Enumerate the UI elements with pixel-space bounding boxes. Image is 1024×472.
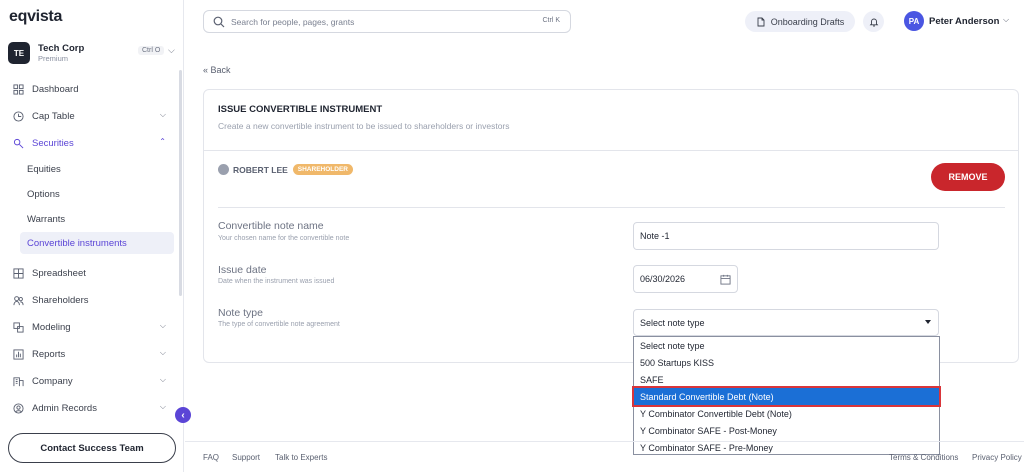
sidebar-item-modeling[interactable]: Modeling ⌵ <box>8 316 176 338</box>
note-type-option[interactable]: 500 Startups KISS <box>634 354 939 371</box>
user-icon <box>218 164 229 175</box>
avatar[interactable]: PA <box>904 11 924 31</box>
issue-date-value: 06/30/2026 <box>640 274 686 284</box>
org-switcher[interactable]: TE Tech Corp Premium Ctrl O ⌵ <box>8 40 178 66</box>
footer-link-support[interactable]: Support <box>232 453 260 462</box>
note-type-dropdown: Select note type 500 Startups KISS SAFE … <box>632 336 941 455</box>
sidebar-item-label: Cap Table <box>32 110 75 122</box>
back-link[interactable]: « Back <box>203 65 231 75</box>
sidebar-item-cap-table[interactable]: Cap Table ⌵ <box>8 105 176 127</box>
divider <box>218 207 1005 208</box>
spreadsheet-icon <box>11 266 25 280</box>
sidebar-item-label: Reports <box>32 348 66 360</box>
divider <box>204 150 1018 151</box>
search-input[interactable]: Search for people, pages, grants Ctrl K <box>203 10 571 33</box>
page-subtitle: Create a new convertible instrument to b… <box>218 121 510 131</box>
note-type-select[interactable]: Select note type <box>633 309 939 336</box>
search-shortcut: Ctrl K <box>542 17 561 24</box>
issue-date-field[interactable]: 06/30/2026 <box>633 265 738 293</box>
sidebar-item-label: Securities <box>32 137 74 149</box>
chevron-up-icon: ⌃ <box>159 137 166 146</box>
chevron-down-icon: ⌵ <box>159 348 166 357</box>
sidebar-scrollbar[interactable] <box>179 70 182 296</box>
sidebar-item-options[interactable]: Options <box>20 183 174 205</box>
footer-link-faq[interactable]: FAQ <box>203 453 219 462</box>
collapse-sidebar-icon[interactable]: ‹ <box>175 407 191 423</box>
note-type-option-highlighted[interactable]: Standard Convertible Debt (Note) <box>632 386 941 407</box>
sidebar-item-admin-records[interactable]: Admin Records ⌵ <box>8 397 176 419</box>
sidebar-item-label: Admin Records <box>32 402 97 414</box>
note-type-value: Select note type <box>640 317 705 328</box>
footer-link-experts[interactable]: Talk to Experts <box>275 453 327 462</box>
notifications-button[interactable] <box>863 11 884 32</box>
calendar-icon[interactable] <box>720 274 731 285</box>
sidebar-item-label: Dashboard <box>32 83 79 95</box>
cap-table-icon <box>11 109 25 123</box>
issue-date-help: Date when the instrument was issued <box>218 278 335 285</box>
note-name-help: Your chosen name for the convertible not… <box>218 235 350 242</box>
footer-divider <box>185 441 1024 442</box>
document-icon <box>757 17 765 26</box>
admin-records-icon <box>11 401 25 415</box>
sidebar-item-label: Modeling <box>32 321 71 333</box>
securities-icon <box>11 136 25 150</box>
issue-convertible-card: ISSUE CONVERTIBLE INSTRUMENT Create a ne… <box>203 89 1019 363</box>
sidebar-item-warrants[interactable]: Warrants <box>20 208 174 230</box>
app-logo[interactable]: eqvista <box>9 8 62 26</box>
shareholders-icon <box>11 293 25 307</box>
org-plan: Premium <box>38 54 69 63</box>
page-title: ISSUE CONVERTIBLE INSTRUMENT <box>218 104 383 115</box>
note-type-help: The type of convertible note agreement <box>218 321 340 328</box>
org-name: Tech Corp <box>38 43 85 54</box>
onboarding-drafts-button[interactable]: Onboarding Drafts <box>745 11 855 32</box>
reports-icon <box>11 347 25 361</box>
chevron-down-icon[interactable]: ⌵ <box>1003 15 1009 25</box>
chevron-down-icon: ⌵ <box>159 110 166 119</box>
issue-date-label: Issue date <box>218 264 267 276</box>
footer-link-terms[interactable]: Terms & Conditions <box>889 453 958 462</box>
holder-name: ROBERT LEE <box>233 164 288 175</box>
sidebar-item-label: Shareholders <box>32 294 89 306</box>
note-type-option[interactable]: SAFE <box>634 371 939 388</box>
org-shortcut: Ctrl O <box>138 46 165 55</box>
note-type-label: Note type <box>218 307 263 319</box>
sidebar-item-label: Spreadsheet <box>32 267 86 279</box>
note-type-option[interactable]: Y Combinator SAFE - Post-Money <box>634 422 939 439</box>
sidebar: eqvista TE Tech Corp Premium Ctrl O ⌵ Da… <box>0 0 184 472</box>
note-type-option[interactable]: Y Combinator Convertible Debt (Note) <box>634 405 939 422</box>
chevron-down-icon: ⌵ <box>159 402 166 411</box>
chevron-down-icon: ⌵ <box>159 375 166 384</box>
chevron-down-icon: ⌵ <box>159 321 166 330</box>
sidebar-item-company[interactable]: Company ⌵ <box>8 370 176 392</box>
search-icon <box>213 16 225 27</box>
dashboard-icon <box>11 82 25 96</box>
sidebar-item-label: Company <box>32 375 73 387</box>
sidebar-item-dashboard[interactable]: Dashboard <box>8 78 176 100</box>
bell-icon <box>869 18 878 26</box>
sidebar-item-convertible-instruments[interactable]: Convertible instruments <box>20 232 174 254</box>
note-type-option[interactable]: Select note type <box>634 337 939 354</box>
contact-success-team-button[interactable]: Contact Success Team <box>8 433 176 463</box>
sidebar-item-reports[interactable]: Reports ⌵ <box>8 343 176 365</box>
user-name[interactable]: Peter Anderson <box>929 16 999 27</box>
sidebar-item-equities[interactable]: Equities <box>20 158 174 180</box>
chevron-down-icon: ⌵ <box>168 45 175 55</box>
remove-button[interactable]: REMOVE <box>931 163 1005 191</box>
note-name-field[interactable]: Note -1 <box>633 222 939 250</box>
sidebar-item-securities[interactable]: Securities ⌃ <box>8 132 176 154</box>
company-icon <box>11 374 25 388</box>
caret-down-icon <box>925 320 931 324</box>
note-name-label: Convertible note name <box>218 220 324 232</box>
sidebar-item-spreadsheet[interactable]: Spreadsheet <box>8 262 176 284</box>
footer-link-privacy[interactable]: Privacy Policy <box>972 453 1022 462</box>
onboarding-drafts-label: Onboarding Drafts <box>770 16 845 27</box>
modeling-icon <box>11 320 25 334</box>
org-avatar: TE <box>8 42 30 64</box>
search-placeholder: Search for people, pages, grants <box>231 16 355 27</box>
sidebar-item-shareholders[interactable]: Shareholders <box>8 289 176 311</box>
holder-row: ROBERT LEE SHAREHOLDER <box>218 164 353 175</box>
status-badge: SHAREHOLDER <box>292 164 353 175</box>
